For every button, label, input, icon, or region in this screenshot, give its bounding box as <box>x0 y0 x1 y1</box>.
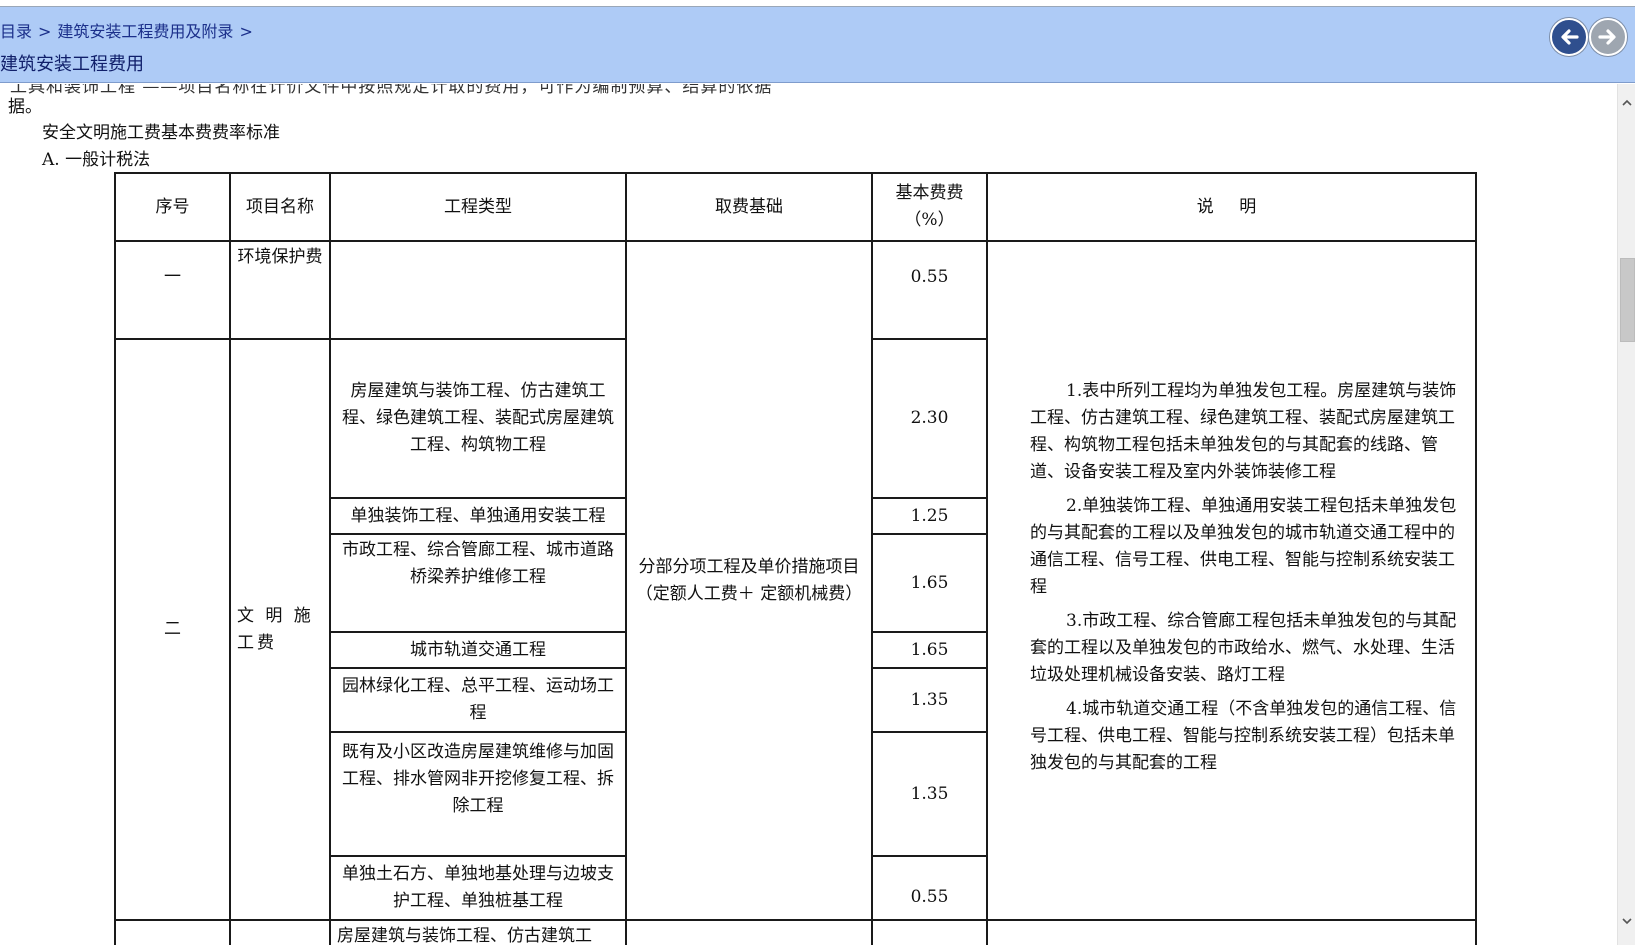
back-button[interactable] <box>1550 18 1588 56</box>
row-type: 城市轨道交通工程 <box>329 631 627 669</box>
header-rate: 基本费费（%） <box>871 172 988 242</box>
table-row: 房屋建筑与装饰工程、仿古建筑工 <box>114 919 1477 945</box>
row-rate: 1.35 <box>871 731 988 857</box>
page-title: 建筑安装工程费用 <box>0 54 144 75</box>
row-notes <box>986 919 1477 945</box>
row-type: 园林绿化工程、总平工程、运动场工程 <box>329 667 627 733</box>
row-rate <box>871 919 988 945</box>
row-rate: 1.65 <box>871 533 988 633</box>
vertical-scrollbar[interactable] <box>1617 84 1635 945</box>
row-type: 市政工程、综合管廊工程、城市道路桥梁养护维修工程 <box>329 533 627 633</box>
document-content: 工具和装饰工程 ——项目名称在计价文件中按照规定计取的费用，可作为编制预算、结算… <box>0 84 1617 945</box>
row-rate: 0.55 <box>871 855 988 921</box>
scroll-up-button[interactable] <box>1618 94 1635 112</box>
row-rate: 0.55 <box>871 240 988 340</box>
row-type: 既有及小区改造房屋建筑维修与加固工程、排水管网非开挖修复工程、拆除工程 <box>329 731 627 857</box>
note-item: 4.城市轨道交通工程（不含单独发包的通信工程、信号工程、供电工程、智能与控制系统… <box>1030 698 1457 773</box>
row-basis <box>625 919 873 945</box>
clipped-text-line: 工具和装饰工程 ——项目名称在计价文件中按照规定计取的费用，可作为编制预算、结算… <box>10 84 773 97</box>
row-name: 文 明 施 工费 <box>229 338 331 921</box>
row-rate: 2.30 <box>871 338 988 499</box>
row-type: 房屋建筑与装饰工程、仿古建筑工程、绿色建筑工程、装配式房屋建筑工程、构筑物工程 <box>329 338 627 499</box>
scrollbar-thumb[interactable] <box>1620 258 1635 342</box>
arrow-left-icon <box>1561 29 1579 45</box>
window-top-edge <box>0 0 1635 7</box>
chevron-down-icon <box>1622 918 1632 925</box>
chevron-up-icon <box>1622 99 1632 106</box>
note-item: 1.表中所列工程均为单独发包工程。房屋建筑与装饰工程、仿古建筑工程、绿色建筑工程… <box>1030 380 1457 482</box>
note-item: 3.市政工程、综合管廊工程包括未单独发包的与其配套的工程以及单独发包的市政给水、… <box>1030 610 1457 685</box>
row-type: 单独土石方、单独地基处理与边坡支护工程、单独桩基工程 <box>329 855 627 921</box>
notes-cell: 1.表中所列工程均为单独发包工程。房屋建筑与装饰工程、仿古建筑工程、绿色建筑工程… <box>986 240 1477 921</box>
table-header-row: 序号 项目名称 工程类型 取费基础 基本费费（%） 说 明 <box>114 172 1477 242</box>
note-item: 2.单独装饰工程、单独通用安装工程包括未单独发包的与其配套的工程以及单独发包的城… <box>1030 495 1457 597</box>
row-name <box>229 919 331 945</box>
breadcrumb: 目录 > 建筑安装工程费用及附录 > <box>0 18 259 42</box>
header-name: 项目名称 <box>229 172 331 242</box>
row-no <box>114 919 231 945</box>
row-name: 环境保护费 <box>229 240 331 340</box>
row-rate: 1.65 <box>871 631 988 669</box>
breadcrumb-item-fees[interactable]: 建筑安装工程费用及附录 <box>57 22 233 41</box>
fee-basis-cell: 分部分项工程及单价措施项目（定额人工费＋ 定额机械费） <box>625 240 873 921</box>
forward-button[interactable] <box>1589 18 1627 56</box>
arrow-right-icon <box>1598 29 1616 45</box>
breadcrumb-item-contents[interactable]: 目录 <box>0 22 32 41</box>
breadcrumb-separator: > <box>239 22 253 41</box>
row-no: 一 <box>114 240 231 340</box>
method-label: A. 一般计税法 <box>42 150 151 170</box>
header-type: 工程类型 <box>329 172 627 242</box>
page-header: 目录 > 建筑安装工程费用及附录 > 建筑安装工程费用 <box>0 7 1635 83</box>
row-no: 二 <box>114 338 231 921</box>
row-rate: 1.25 <box>871 497 988 535</box>
row-type <box>329 240 627 340</box>
row-type: 房屋建筑与装饰工程、仿古建筑工 <box>329 919 627 945</box>
row-rate: 1.35 <box>871 667 988 733</box>
breadcrumb-separator: > <box>38 22 52 41</box>
paragraph-end: 据。 <box>8 97 42 117</box>
header-no: 序号 <box>114 172 231 242</box>
row-type: 单独装饰工程、单独通用安装工程 <box>329 497 627 535</box>
header-basis: 取费基础 <box>625 172 873 242</box>
fee-rate-table: 序号 项目名称 工程类型 取费基础 基本费费（%） 说 明 一 环境保护费 分部… <box>114 172 1477 945</box>
header-notes: 说 明 <box>986 172 1477 242</box>
scroll-down-button[interactable] <box>1618 912 1635 930</box>
table-row: 一 环境保护费 分部分项工程及单价措施项目（定额人工费＋ 定额机械费） 0.55… <box>114 240 1477 921</box>
section-title: 安全文明施工费基本费费率标准 <box>42 123 280 143</box>
